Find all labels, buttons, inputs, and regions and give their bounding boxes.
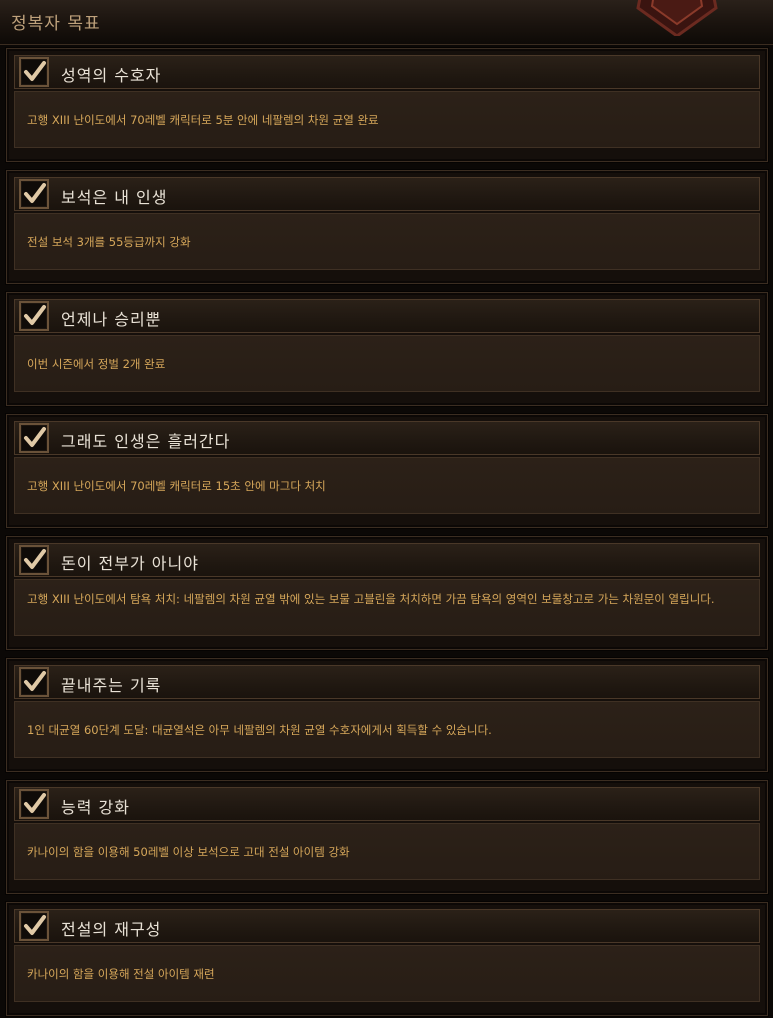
achievement-card: 그래도 인생은 흘러간다 고행 XIII 난이도에서 70레벨 캐릭터로 15초…	[6, 414, 768, 528]
achievement-description: 카나이의 함을 이용해 전설 아이템 재련	[27, 967, 215, 981]
achievement-body: 카나이의 함을 이용해 전설 아이템 재련	[14, 945, 760, 1002]
achievement-body: 고행 XIII 난이도에서 70레벨 캐릭터로 5분 안에 네팔렘의 차원 균열…	[14, 91, 760, 148]
achievement-body: 고행 XIII 난이도에서 70레벨 캐릭터로 15초 안에 마그다 처치	[14, 457, 760, 514]
achievement-description: 고행 XIII 난이도에서 탐욕 처치: 네팔렘의 차원 균열 밖에 있는 보물…	[27, 592, 715, 606]
achievement-card: 돈이 전부가 아니야 고행 XIII 난이도에서 탐욕 처치: 네팔렘의 차원 …	[6, 536, 768, 650]
checkbox[interactable]	[19, 911, 49, 941]
achievement-description: 전설 보석 3개를 55등급까지 강화	[27, 235, 191, 249]
achievement-title: 능력 강화	[61, 798, 130, 817]
achievement-card: 전설의 재구성 카나이의 함을 이용해 전설 아이템 재련	[6, 902, 768, 1016]
achievement-header: 그래도 인생은 흘러간다	[14, 421, 760, 455]
achievement-header: 능력 강화	[14, 787, 760, 821]
checkmark-icon	[24, 61, 46, 81]
achievement-title: 그래도 인생은 흘러간다	[61, 432, 231, 451]
checkbox[interactable]	[19, 667, 49, 697]
achievement-title: 보석은 내 인생	[61, 188, 168, 207]
checkbox[interactable]	[19, 423, 49, 453]
achievement-body: 전설 보석 3개를 55등급까지 강화	[14, 213, 760, 270]
checkbox[interactable]	[19, 301, 49, 331]
achievement-title: 끝내주는 기록	[61, 676, 162, 695]
achievement-description: 이번 시즌에서 정벌 2개 완료	[27, 357, 166, 371]
achievement-title: 전설의 재구성	[61, 920, 162, 939]
achievement-header: 언제나 승리뿐	[14, 299, 760, 333]
achievement-header: 보석은 내 인생	[14, 177, 760, 211]
achievement-body: 1인 대균열 60단계 도달: 대균열석은 아무 네팔렘의 차원 균열 수호자에…	[14, 701, 760, 758]
achievement-card: 보석은 내 인생 전설 보석 3개를 55등급까지 강화	[6, 170, 768, 284]
achievement-body: 이번 시즌에서 정벌 2개 완료	[14, 335, 760, 392]
page-title: 정복자 목표	[11, 14, 101, 34]
checkbox[interactable]	[19, 179, 49, 209]
checkmark-icon	[24, 427, 46, 447]
achievement-description: 고행 XIII 난이도에서 70레벨 캐릭터로 15초 안에 마그다 처치	[27, 479, 326, 493]
achievement-header: 전설의 재구성	[14, 909, 760, 943]
achievement-header: 끝내주는 기록	[14, 665, 760, 699]
achievement-header: 성역의 수호자	[14, 55, 760, 89]
emblem-icon	[636, 0, 718, 36]
checkmark-icon	[24, 305, 46, 325]
achievement-title: 성역의 수호자	[61, 66, 162, 85]
panel-header: 정복자 목표	[0, 0, 773, 45]
checkmark-icon	[24, 671, 46, 691]
achievement-card: 능력 강화 카나이의 함을 이용해 50레벨 이상 보석으로 고대 전설 아이템…	[6, 780, 768, 894]
checkmark-icon	[24, 549, 46, 569]
checkbox[interactable]	[19, 57, 49, 87]
achievement-card: 언제나 승리뿐 이번 시즌에서 정벌 2개 완료	[6, 292, 768, 406]
achievement-card: 끝내주는 기록 1인 대균열 60단계 도달: 대균열석은 아무 네팔렘의 차원…	[6, 658, 768, 772]
achievement-body: 고행 XIII 난이도에서 탐욕 처치: 네팔렘의 차원 균열 밖에 있는 보물…	[14, 579, 760, 636]
checkbox[interactable]	[19, 789, 49, 819]
achievement-card: 성역의 수호자 고행 XIII 난이도에서 70레벨 캐릭터로 5분 안에 네팔…	[6, 48, 768, 162]
achievement-title: 돈이 전부가 아니야	[61, 554, 199, 573]
achievement-title: 언제나 승리뿐	[61, 310, 162, 329]
achievement-description: 1인 대균열 60단계 도달: 대균열석은 아무 네팔렘의 차원 균열 수호자에…	[27, 723, 492, 737]
achievement-description: 카나이의 함을 이용해 50레벨 이상 보석으로 고대 전설 아이템 강화	[27, 845, 350, 859]
checkmark-icon	[24, 915, 46, 935]
checkbox[interactable]	[19, 545, 49, 575]
checkmark-icon	[24, 183, 46, 203]
achievement-header: 돈이 전부가 아니야	[14, 543, 760, 577]
achievement-body: 카나이의 함을 이용해 50레벨 이상 보석으로 고대 전설 아이템 강화	[14, 823, 760, 880]
checkmark-icon	[24, 793, 46, 813]
achievement-description: 고행 XIII 난이도에서 70레벨 캐릭터로 5분 안에 네팔렘의 차원 균열…	[27, 113, 379, 127]
